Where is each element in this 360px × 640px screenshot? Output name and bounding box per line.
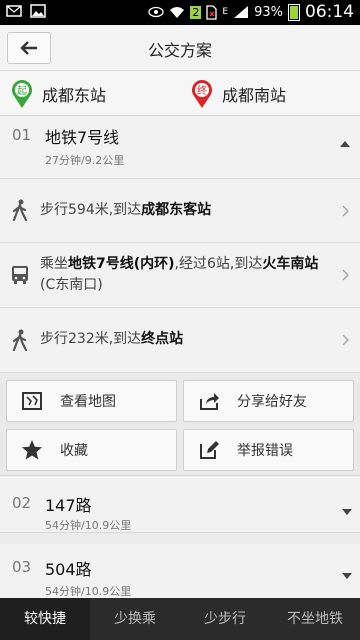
step-walk-1[interactable]: 步行594米,到达成都东客站 [0, 179, 360, 243]
route-item[interactable]: 02 147路 54分钟/10.9公里 [0, 476, 360, 533]
route-index: 03 [12, 558, 32, 576]
sim-card-icon [206, 4, 218, 20]
step-walk-2[interactable]: 步行232米,到达终点站 [0, 308, 360, 373]
sort-tab-bar: 较快捷 少换乘 少步行 不坐地铁 [0, 598, 360, 640]
step-text: 乘坐地铁7号线(内环),经过6站,到达火车南站(C东南口) [40, 256, 319, 293]
route-name: 地铁7号线 [45, 128, 120, 147]
favorite-label: 收藏 [60, 443, 88, 459]
route-item[interactable]: 03 504路 54分钟/10.9公里 [0, 544, 360, 601]
end-station-name: 成都南站 [222, 86, 287, 105]
start-station: 起 成都东站 [10, 79, 106, 109]
chevron-right-icon [342, 334, 350, 346]
view-map-button[interactable]: 查看地图 [6, 380, 177, 422]
svg-text:终: 终 [197, 84, 207, 97]
route-name: 504路 [45, 560, 92, 579]
sim-badge: 2 [190, 5, 202, 19]
route-meta: 54分钟/10.9公里 [45, 585, 132, 598]
share-icon [200, 393, 219, 410]
bus-icon [12, 266, 28, 284]
gallery-icon [30, 4, 46, 18]
signal-icon [234, 6, 249, 18]
svg-text:起: 起 [17, 85, 27, 97]
title-bar: 公交方案 [0, 25, 360, 71]
walk-icon [12, 199, 28, 221]
status-bar: 2 E 93% 06:14 [0, 0, 360, 25]
network-badge: E [222, 7, 229, 17]
report-error-label: 举报错误 [237, 443, 293, 459]
end-pin-icon: 终 [192, 80, 212, 108]
station-bar: 起 成都东站 终 成都南站 [0, 71, 360, 116]
edit-icon [200, 441, 219, 459]
step-ride[interactable]: 乘坐地铁7号线(内环),经过6站,到达火车南站(C东南口) [0, 243, 360, 308]
walk-icon [12, 329, 28, 351]
tab-no-subway[interactable]: 不坐地铁 [270, 598, 360, 640]
report-error-button[interactable]: 举报错误 [183, 429, 354, 471]
route-meta: 27分钟/9.2公里 [45, 154, 125, 167]
star-icon [22, 440, 42, 460]
end-station: 终 成都南站 [190, 79, 286, 109]
collapse-caret-icon [340, 141, 350, 147]
view-map-label: 查看地图 [60, 394, 116, 410]
map-icon [22, 392, 42, 410]
battery-icon [288, 3, 300, 21]
expand-caret-icon [342, 573, 352, 579]
action-panel: 查看地图 分享给好友 收藏 举报错误 [0, 373, 360, 476]
tab-fewer-transfers[interactable]: 少换乘 [90, 598, 180, 640]
clock: 06:14 [305, 2, 354, 22]
chevron-right-icon [342, 205, 350, 217]
tab-fastest[interactable]: 较快捷 [0, 598, 90, 640]
share-button[interactable]: 分享给好友 [183, 380, 354, 422]
step-text: 步行232米,到达终点站 [40, 331, 184, 347]
eye-icon [148, 6, 165, 18]
start-station-name: 成都东站 [42, 86, 107, 105]
battery-percent: 93% [254, 4, 283, 20]
route-name: 147路 [45, 496, 92, 515]
favorite-button[interactable]: 收藏 [6, 429, 177, 471]
tab-less-walking[interactable]: 少步行 [180, 598, 270, 640]
chevron-right-icon [342, 269, 350, 281]
share-label: 分享给好友 [237, 394, 307, 410]
message-icon [6, 5, 22, 17]
wifi-icon [170, 7, 185, 18]
route-index: 02 [12, 494, 32, 512]
start-pin-icon: 起 [12, 80, 32, 108]
expand-caret-icon [342, 509, 352, 515]
route-meta: 54分钟/10.9公里 [45, 519, 132, 532]
step-text: 步行594米,到达成都东客站 [40, 202, 212, 218]
route-item-selected[interactable]: 01 地铁7号线 27分钟/9.2公里 [0, 116, 360, 179]
page-title: 公交方案 [147, 41, 212, 60]
route-index: 01 [12, 126, 32, 144]
